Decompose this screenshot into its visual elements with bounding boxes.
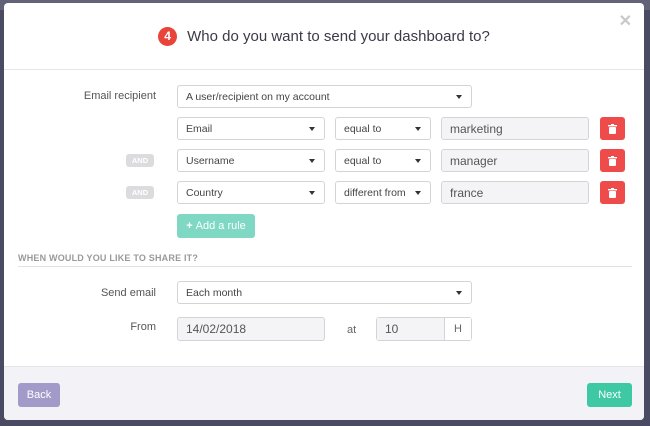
rule-field-select[interactable]: Username [177,149,325,172]
rule-operator-select[interactable]: different from [335,181,431,204]
at-label: at [347,324,357,336]
step-number-badge: 4 [158,26,178,46]
modal-title: Who do you want to send your dashboard t… [187,27,490,45]
hour-value: 10 [377,318,445,340]
caret-down-icon [309,191,315,195]
rule-operator-value: different from [344,186,406,199]
trash-icon [608,155,617,166]
rule-field-value: Country [186,186,223,199]
schedule-section-title: WHEN WOULD YOU LIKE TO SHARE IT? [18,253,199,263]
delete-rule-button[interactable] [600,149,625,172]
trash-icon [608,187,617,198]
send-frequency-value: Each month [186,286,243,299]
email-recipient-value: A user/recipient on my account [186,90,330,103]
rule-field-value: Email [186,122,213,135]
send-frequency-select[interactable]: Each month [177,281,472,304]
rule-value-input[interactable]: manager [441,149,589,172]
rule-field-select[interactable]: Country [177,181,325,204]
caret-down-icon [415,191,421,195]
rule-operator-select[interactable]: equal to [335,117,431,140]
rule-value-text: manager [450,153,498,168]
caret-down-icon [415,159,421,163]
caret-down-icon [456,95,462,99]
email-recipient-label: Email recipient [83,90,156,102]
and-connector-badge: AND [126,154,154,167]
add-rule-label: Add a rule [195,220,246,232]
trash-icon [608,123,617,134]
modal-footer: Back Next [4,366,644,420]
from-label: From [130,321,156,333]
caret-down-icon [415,127,421,131]
share-dashboard-modal: 4 Who do you want to send your dashboard… [4,3,644,420]
rule-value-text: france [450,185,484,200]
rule-operator-value: equal to [344,122,382,135]
send-email-label: Send email [100,287,156,299]
rule-operator-select[interactable]: equal to [335,149,431,172]
rule-value-text: marketing [450,121,503,136]
next-button[interactable]: Next [587,383,632,407]
close-icon[interactable]: ✕ [619,11,632,31]
hour-input[interactable]: 10 H [376,317,472,341]
delete-rule-button[interactable] [600,117,625,140]
rule-field-value: Username [186,154,235,167]
caret-down-icon [456,291,462,295]
caret-down-icon [309,127,315,131]
and-connector-badge: AND [126,186,154,199]
rule-value-input[interactable]: france [441,181,589,204]
section-divider [18,266,632,267]
caret-down-icon [309,159,315,163]
rule-field-select[interactable]: Email [177,117,325,140]
from-date-value: 14/02/2018 [186,322,247,336]
from-date-input[interactable]: 14/02/2018 [177,317,325,341]
add-rule-button[interactable]: + Add a rule [177,214,255,238]
rule-operator-value: equal to [344,154,382,167]
delete-rule-button[interactable] [600,181,625,204]
back-button[interactable]: Back [18,383,60,407]
hour-unit: H [445,318,471,340]
email-recipient-select[interactable]: A user/recipient on my account [177,85,472,108]
modal-header: 4 Who do you want to send your dashboard… [4,3,644,70]
rule-value-input[interactable]: marketing [441,117,589,140]
plus-icon: + [186,220,193,232]
